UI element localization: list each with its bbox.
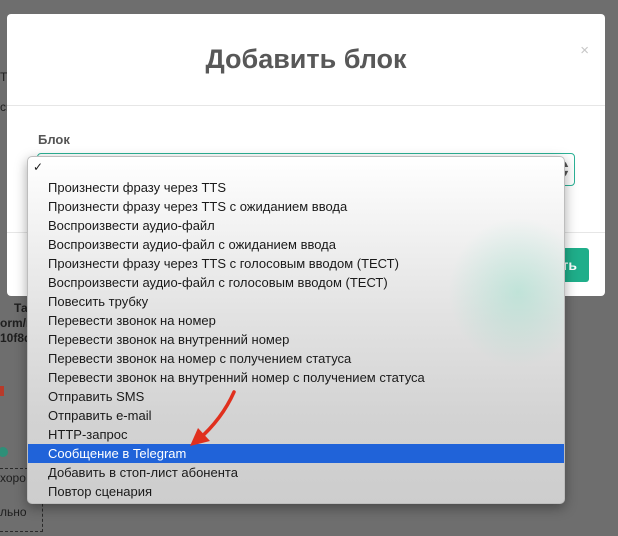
bg-connector-dot: [0, 447, 8, 457]
dropdown-option[interactable]: HTTP-запрос: [28, 425, 564, 444]
dropdown-option[interactable]: Воспроизвести аудио-файл с ожиданием вво…: [28, 235, 564, 254]
dropdown-option[interactable]: Отправить SMS: [28, 387, 564, 406]
dropdown-option[interactable]: Сообщение в Telegram: [28, 444, 564, 463]
dropdown-option[interactable]: Воспроизвести аудио-файл: [28, 216, 564, 235]
block-select-dropdown: ✓ Произнести фразу через TTS Произнести ф…: [27, 156, 565, 504]
modal-title: Добавить блок: [205, 44, 407, 74]
dropdown-option[interactable]: Произнести фразу через TTS с голосовым в…: [28, 254, 564, 273]
close-icon[interactable]: ×: [580, 42, 589, 59]
dropdown-option[interactable]: Отправить e-mail: [28, 406, 564, 425]
dropdown-option[interactable]: Произнести фразу через TTS с ожиданием в…: [28, 197, 564, 216]
dropdown-option[interactable]: Воспроизвести аудио-файл с голосовым вво…: [28, 273, 564, 292]
dropdown-option[interactable]: Перевести звонок на номер с получением с…: [28, 349, 564, 368]
block-field-label: Блок: [38, 132, 70, 147]
dropdown-option[interactable]: Произнести фразу через TTS: [28, 178, 564, 197]
bg-delete-icon: [0, 386, 4, 396]
dropdown-option[interactable]: Повтор сценария: [28, 482, 564, 501]
dropdown-option[interactable]: Перевести звонок на внутренний номер: [28, 330, 564, 349]
modal-header: Добавить блок ×: [7, 14, 605, 106]
dropdown-option[interactable]: Повесить трубку: [28, 292, 564, 311]
dropdown-option[interactable]: Перевести звонок на внутренний номер с п…: [28, 368, 564, 387]
dropdown-option[interactable]: Добавить в стоп-лист абонента: [28, 463, 564, 482]
bg-text-fragment: Та: [14, 301, 28, 315]
dropdown-option[interactable]: Перевести звонок на номер: [28, 311, 564, 330]
checkmark-icon: ✓: [33, 160, 44, 174]
